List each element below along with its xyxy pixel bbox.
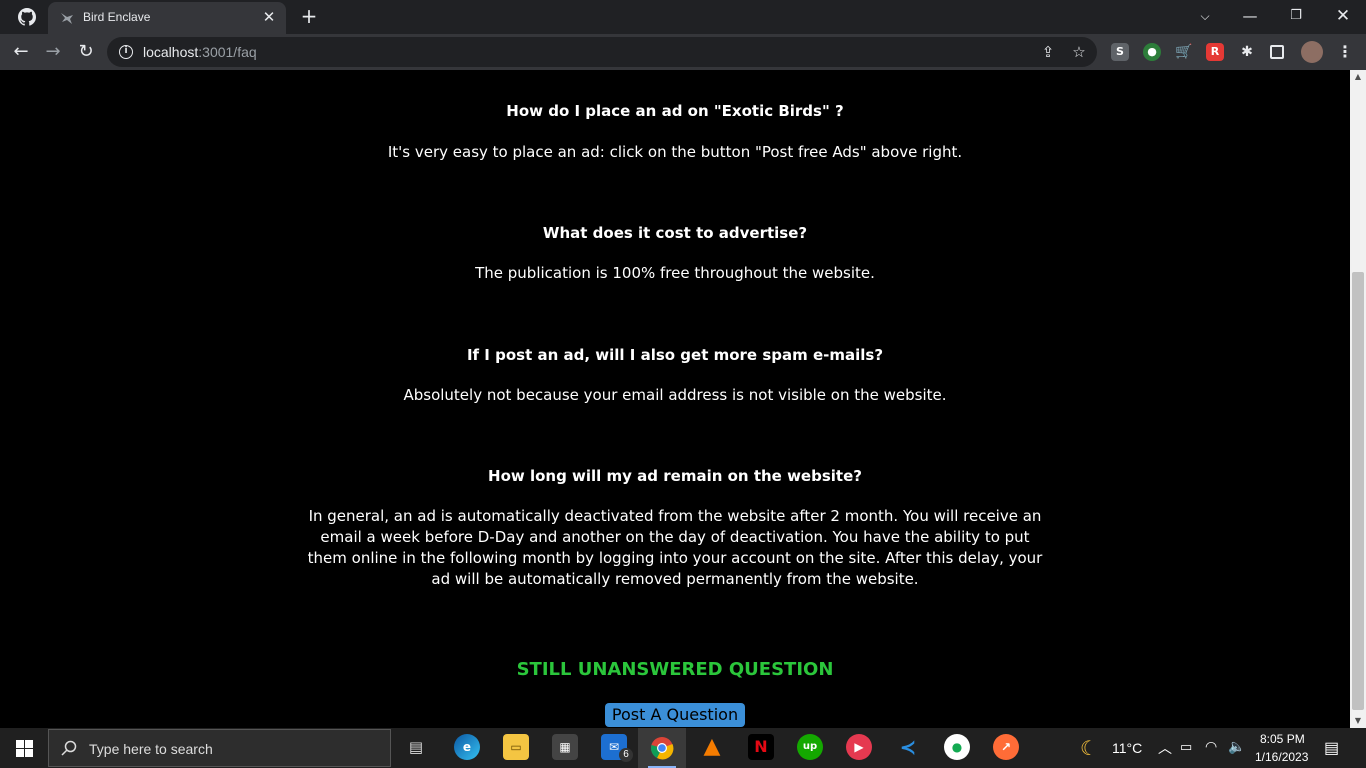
side-panel-icon[interactable] — [1270, 45, 1284, 59]
faq-question: How long will my ad remain on the websit… — [488, 467, 862, 485]
site-info-icon[interactable]: i — [119, 45, 133, 59]
post-question-button[interactable]: Post A Question — [605, 703, 745, 727]
minimize-button[interactable]: — — [1237, 4, 1263, 28]
upwork-icon[interactable]: up — [797, 734, 823, 760]
faq-item: What does it cost to advertise? The publ… — [300, 224, 1050, 284]
tab-close-icon[interactable]: ✕ — [260, 8, 278, 26]
browser-tabstrip: Bird Enclave ✕ + ⌵ — ❐ ✕ — [0, 0, 1366, 34]
scroll-down-icon[interactable]: ▼ — [1350, 714, 1366, 728]
reload-icon[interactable]: ↻ — [74, 40, 98, 64]
scroll-up-icon[interactable]: ▲ — [1350, 70, 1366, 84]
search-icon — [61, 740, 77, 756]
tab-title: Bird Enclave — [83, 10, 151, 24]
file-explorer-icon[interactable]: ▭ — [503, 734, 529, 760]
faq-answer: It's very easy to place an ad: click on … — [387, 143, 963, 161]
postman-icon[interactable]: ↗ — [993, 734, 1019, 760]
tab-search-icon[interactable]: ⌵ — [1192, 4, 1218, 28]
battery-icon[interactable]: ▭ — [1180, 739, 1192, 755]
browser-tab-active[interactable]: Bird Enclave ✕ — [48, 2, 286, 34]
page-viewport: How do I place an ad on "Exotic Birds" ?… — [0, 70, 1350, 728]
chrome-active-tile[interactable] — [638, 728, 686, 768]
mail-badge: 6 — [619, 748, 633, 762]
share-icon[interactable]: ⇪ — [1039, 43, 1057, 61]
edge-browser-icon[interactable]: e — [454, 734, 480, 760]
vlc-icon[interactable]: ▲ — [699, 734, 725, 760]
wifi-icon[interactable]: ◠ — [1205, 738, 1217, 755]
browser-toolbar: ← → ↻ i localhost:3001/faq ⇪ ☆ S ● 🛒 R ✱… — [0, 34, 1366, 70]
cart-extension-icon[interactable]: 🛒 — [1175, 43, 1193, 61]
page-scrollbar[interactable]: ▲ ▼ — [1350, 70, 1366, 728]
still-unanswered-heading: STILL UNANSWERED QUESTION — [516, 659, 834, 680]
faq-item: If I post an ad, will I also get more sp… — [300, 346, 1050, 406]
search-placeholder: Type here to search — [89, 741, 213, 757]
taskbar-search[interactable]: Type here to search — [48, 729, 391, 767]
clock-date[interactable]: 1/16/2023 — [1255, 750, 1308, 764]
tray-overflow-chevron-icon[interactable]: ︿ — [1158, 738, 1172, 758]
ms-store-icon[interactable]: ▦ — [552, 734, 578, 760]
netflix-icon[interactable]: N — [748, 734, 774, 760]
kebab-menu-icon[interactable]: ⋮ — [1336, 43, 1354, 61]
back-arrow-icon[interactable]: ← — [9, 40, 33, 64]
task-view-icon[interactable]: ▤ — [403, 734, 429, 760]
bookmark-star-icon[interactable]: ☆ — [1070, 43, 1088, 61]
github-icon[interactable] — [18, 8, 36, 26]
globe-extension-icon[interactable]: ● — [1143, 43, 1161, 61]
windows-start-icon[interactable] — [16, 740, 33, 757]
faq-answer: Absolutely not because your email addres… — [403, 386, 947, 404]
forward-arrow-icon[interactable]: → — [41, 40, 65, 64]
vscode-icon[interactable]: ≺ — [895, 734, 921, 760]
address-bar[interactable]: i localhost:3001/faq ⇪ ☆ — [107, 37, 1097, 67]
faq-question: What does it cost to advertise? — [542, 224, 808, 242]
skype-extension-icon[interactable]: S — [1111, 43, 1129, 61]
bird-favicon-icon — [61, 13, 73, 24]
close-window-button[interactable]: ✕ — [1330, 4, 1356, 28]
faq-answer: In general, an ad is automatically deact… — [307, 507, 1043, 588]
clock-time[interactable]: 8:05 PM — [1260, 732, 1305, 746]
notifications-icon[interactable]: ▤ — [1324, 738, 1339, 758]
media-player-icon[interactable]: ▶ — [846, 734, 872, 760]
profile-avatar[interactable] — [1301, 41, 1323, 63]
url-text[interactable]: localhost:3001/faq — [143, 44, 257, 60]
weather-temperature[interactable]: 11°C — [1112, 740, 1142, 756]
weather-moon-icon[interactable]: ☾ — [1080, 736, 1098, 761]
faq-question: How do I place an ad on "Exotic Birds" ? — [506, 102, 844, 120]
restore-button[interactable]: ❐ — [1283, 4, 1309, 28]
extensions-puzzle-icon[interactable]: ✱ — [1238, 43, 1256, 61]
red-extension-icon[interactable]: R — [1206, 43, 1224, 61]
new-tab-button[interactable]: + — [299, 6, 319, 26]
faq-question: If I post an ad, will I also get more sp… — [466, 346, 884, 364]
faq-item: How do I place an ad on "Exotic Birds" ?… — [300, 102, 1050, 163]
chrome-icon — [651, 737, 674, 760]
volume-icon[interactable]: 🔈 — [1228, 738, 1245, 755]
faq-answer: The publication is 100% free throughout … — [475, 264, 875, 282]
scrollbar-thumb[interactable] — [1352, 272, 1364, 710]
mongodb-compass-icon[interactable]: ● — [944, 734, 970, 760]
faq-item: How long will my ad remain on the websit… — [300, 467, 1050, 590]
windows-taskbar: Type here to search ▤ e ▭ ▦ ✉ 6 ▲ N up ▶… — [0, 728, 1366, 768]
